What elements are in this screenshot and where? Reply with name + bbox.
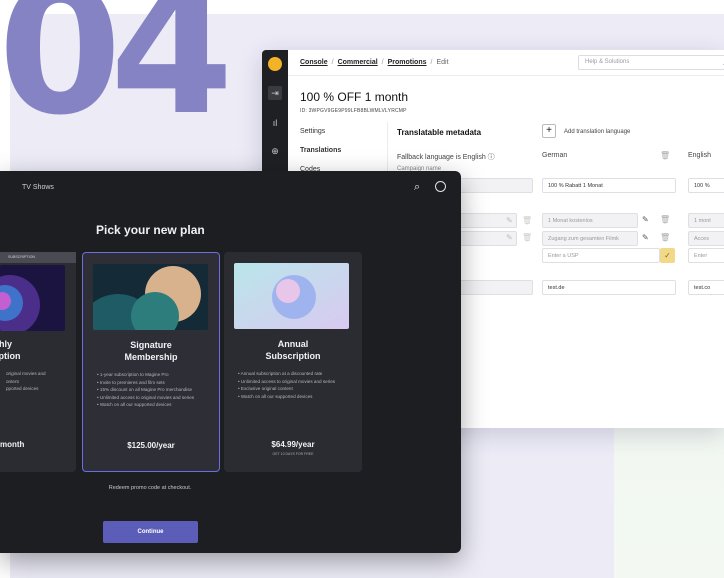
card-name: Annual Subscription [265, 339, 321, 361]
plan-window: TV Shows ⌕ Pick your new plan SUBSCRIPTI… [0, 171, 461, 553]
feature-list: Annual subscription at a discounted rate… [238, 370, 352, 400]
english-campaign-name-field[interactable]: 100 % [688, 178, 724, 193]
edit-icon: ✎ [506, 216, 513, 225]
page-title: 100 % OFF 1 month [300, 90, 409, 104]
hero-number: 04 [0, 0, 234, 154]
redeem-promo-link[interactable]: Redeem promo code at checkout. [0, 485, 300, 491]
user-icon[interactable] [435, 181, 446, 192]
add-language-button[interactable]: + [542, 124, 556, 138]
delete-icon: 🗑 [522, 233, 533, 242]
german-new-usp-field[interactable]: Enter a USP [542, 248, 660, 263]
delete-icon[interactable]: 🗑 [660, 233, 670, 242]
english-usp-field[interactable]: Acces [688, 231, 724, 246]
card-tag: SUBSCRIPTION [0, 252, 76, 263]
help-placeholder: Help & Solutions [585, 59, 630, 65]
edit-icon[interactable]: ✎ [642, 215, 649, 224]
card-name: thly iption [0, 339, 21, 361]
commercial-icon[interactable]: ⊕ [268, 144, 282, 158]
add-language-label: Add translation language [564, 129, 631, 135]
card-price: $125.00/year [127, 441, 175, 450]
german-usp-field[interactable]: 1 Monat kostenlos [542, 213, 638, 228]
english-new-usp-field[interactable]: Enter [688, 248, 724, 263]
feature-list: original movies and ontent pported devic… [6, 371, 46, 391]
delete-icon: 🗑 [522, 216, 533, 225]
plan-title: Pick your new plan [96, 223, 205, 237]
delete-german-icon[interactable]: 🗑 [660, 151, 670, 160]
english-usp-field[interactable]: 1 mont [688, 213, 724, 228]
top-nav-label[interactable]: TV Shows [22, 184, 54, 191]
breadcrumb: Console / Commercial / Promotions / Edit [300, 59, 449, 66]
german-column-header: German [542, 152, 568, 159]
delete-icon[interactable]: 🗑 [660, 215, 670, 224]
logo-icon [268, 57, 282, 71]
breadcrumb-commercial[interactable]: Commercial [338, 59, 378, 66]
nav-settings[interactable]: Settings [300, 128, 341, 135]
breadcrumb-edit: Edit [436, 59, 449, 66]
promotion-id: ID: 3WPGV9GE9P99LFB8BLWMLVLYRCMP [300, 108, 407, 114]
section-title: Translatable metadata [397, 128, 482, 137]
breadcrumb-promotions[interactable]: Promotions [388, 59, 427, 66]
plan-card-monthly[interactable]: SUBSCRIPTION thly iption original movies… [0, 252, 76, 472]
english-column-header: English [688, 152, 711, 159]
card-image [234, 263, 349, 329]
card-image [0, 265, 65, 331]
german-campaign-name-field[interactable]: 100 % Rabatt 1 Monat [542, 178, 676, 193]
expand-icon[interactable]: ⇥ [268, 86, 282, 100]
edit-icon: ✎ [506, 233, 513, 242]
german-usp-field[interactable]: Zugang zum gesamten Filmk [542, 231, 638, 246]
top-bar: Console / Commercial / Promotions / Edit… [288, 50, 724, 76]
confirm-icon[interactable]: ✓ [660, 248, 675, 263]
card-note: GET 10 DAYS FOR FREE [272, 452, 314, 456]
plan-card-signature[interactable]: Signature Membership 1-year subscription… [82, 252, 220, 472]
search-icon[interactable]: ⌕ [414, 181, 420, 194]
fallback-language-label: Fallback language is English ⓘ [397, 154, 495, 161]
card-price: month [0, 440, 25, 449]
english-url-field[interactable]: test.co [688, 280, 724, 295]
continue-button[interactable]: Continue [103, 521, 198, 543]
plan-card-annual[interactable]: Annual Subscription Annual subscription … [224, 252, 362, 472]
nav-translations[interactable]: Translations [300, 147, 341, 154]
card-price: $64.99/year [271, 440, 315, 449]
breadcrumb-console[interactable]: Console [300, 59, 328, 66]
edit-icon[interactable]: ✎ [642, 233, 649, 242]
card-image [93, 264, 208, 330]
german-url-field[interactable]: test.de [542, 280, 676, 295]
card-name: Signature Membership [124, 340, 178, 362]
help-search-input[interactable]: Help & Solutions ⌕ [578, 55, 724, 70]
analytics-icon[interactable]: ıl [268, 116, 282, 130]
feature-list: 1-year subscription to Magine Pro Invite… [97, 371, 209, 409]
